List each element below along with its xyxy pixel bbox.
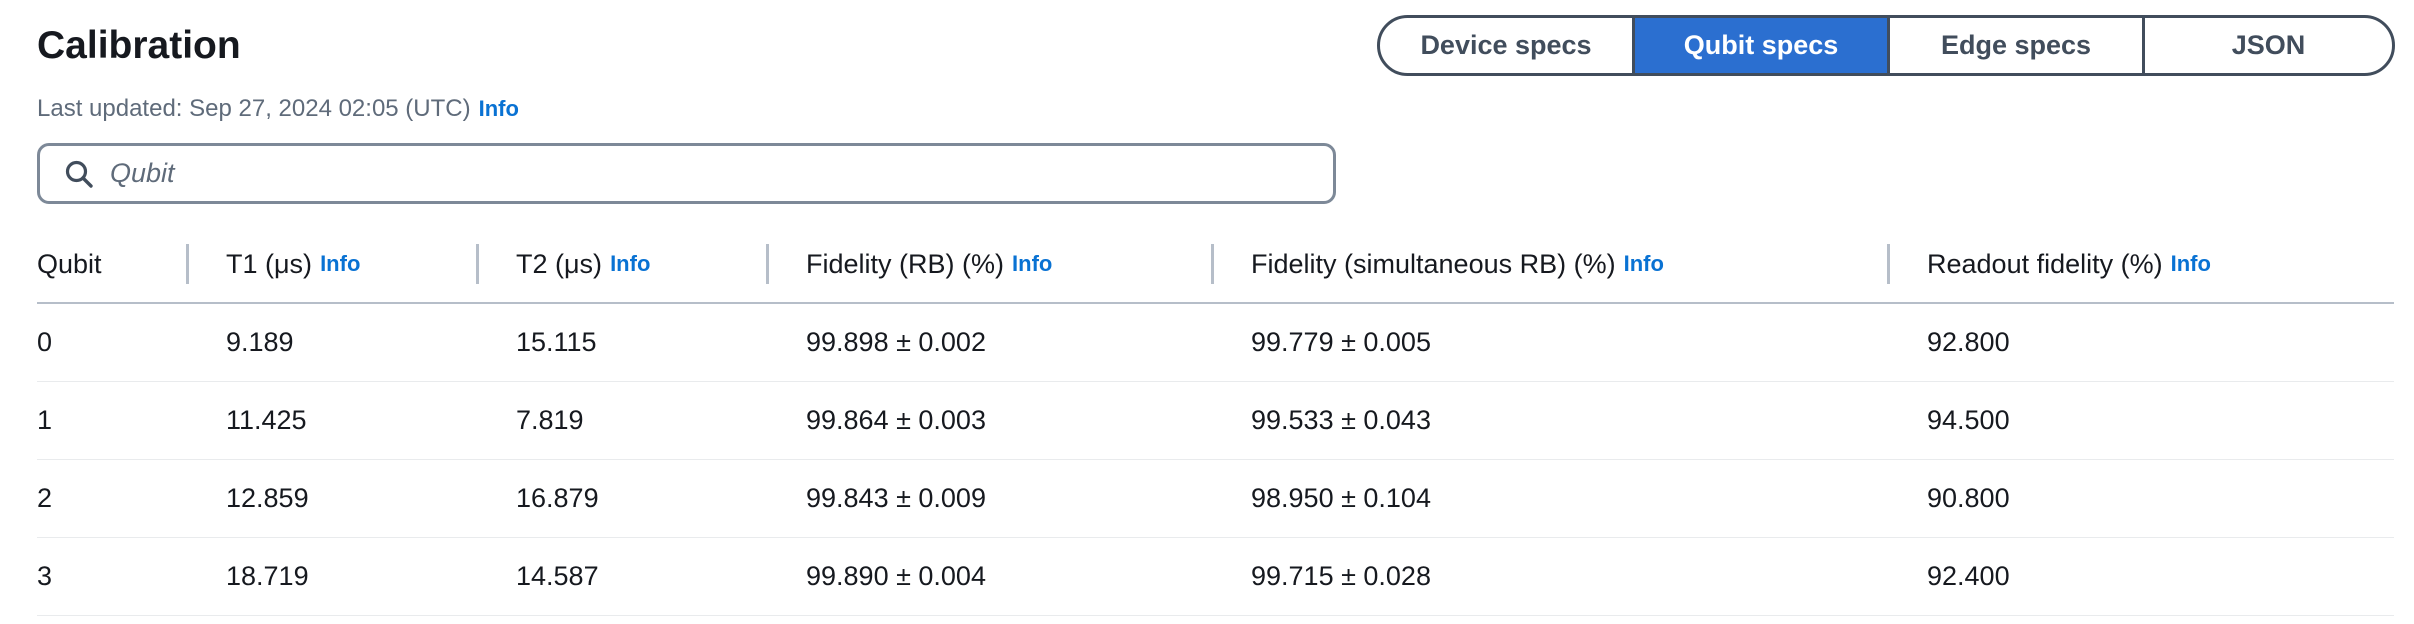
column-header-qubit[interactable]: Qubit xyxy=(37,226,186,304)
cell-readout-fidelity: 90.800 xyxy=(1887,459,2394,538)
column-header-label: T2 (μs) xyxy=(516,248,603,279)
table-header-row: Qubit T1 (μs) Info T2 (μs) Info Fidelity (… xyxy=(37,226,2394,304)
last-updated-label: Last updated: Sep 27, 2024 02:05 (UTC) xyxy=(37,95,471,122)
segment-json[interactable]: JSON xyxy=(2145,18,2392,73)
column-header-fidelity-rb[interactable]: Fidelity (RB) (%) Info xyxy=(766,226,1211,304)
column-divider[interactable] xyxy=(766,244,769,284)
column-divider[interactable] xyxy=(186,244,189,284)
cell-fidelity-simultaneous-rb: 99.533 ± 0.043 xyxy=(1211,381,1887,460)
cell-qubit: 0 xyxy=(37,303,186,382)
cell-readout-fidelity: 92.800 xyxy=(1887,303,2394,382)
column-header-t2[interactable]: T2 (μs) Info xyxy=(476,226,766,304)
cell-fidelity-rb: 99.890 ± 0.004 xyxy=(766,537,1211,616)
t2-info-link[interactable]: Info xyxy=(610,251,650,277)
column-header-t1[interactable]: T1 (μs) Info xyxy=(186,226,476,304)
cell-qubit: 2 xyxy=(37,459,186,538)
fidelity-simultaneous-rb-info-link[interactable]: Info xyxy=(1624,251,1664,277)
cell-t2: 16.879 xyxy=(476,459,766,538)
column-header-label: T1 (μs) xyxy=(226,248,313,279)
cell-qubit: 1 xyxy=(37,381,186,460)
cell-t1: 11.425 xyxy=(186,381,476,460)
segment-edge-specs[interactable]: Edge specs xyxy=(1890,18,2145,73)
fidelity-rb-info-link[interactable]: Info xyxy=(1012,251,1052,277)
cell-fidelity-rb: 99.898 ± 0.002 xyxy=(766,303,1211,382)
cell-t1: 9.189 xyxy=(186,303,476,382)
search-icon xyxy=(62,157,96,191)
column-header-label: Qubit xyxy=(37,248,102,279)
last-updated-text: Last updated: Sep 27, 2024 02:05 (UTC) In… xyxy=(37,93,519,125)
t1-info-link[interactable]: Info xyxy=(320,251,360,277)
readout-fidelity-info-link[interactable]: Info xyxy=(2171,251,2211,277)
cell-qubit: 3 xyxy=(37,537,186,616)
segment-device-specs[interactable]: Device specs xyxy=(1380,18,1635,73)
column-divider[interactable] xyxy=(1211,244,1214,284)
table-row: 3 18.719 14.587 99.890 ± 0.004 99.715 ± … xyxy=(37,537,2394,616)
cell-fidelity-simultaneous-rb: 99.779 ± 0.005 xyxy=(1211,303,1887,382)
cell-fidelity-rb: 99.843 ± 0.009 xyxy=(766,459,1211,538)
cell-readout-fidelity: 94.500 xyxy=(1887,381,2394,460)
cell-t2: 7.819 xyxy=(476,381,766,460)
qubit-specs-table: Qubit T1 (μs) Info T2 (μs) Info Fidelity (… xyxy=(37,226,2394,616)
cell-t2: 15.115 xyxy=(476,303,766,382)
search-input[interactable] xyxy=(110,151,1290,196)
table-row: 2 12.859 16.879 99.843 ± 0.009 98.950 ± … xyxy=(37,459,2394,538)
table-row: 1 11.425 7.819 99.864 ± 0.003 99.533 ± 0… xyxy=(37,381,2394,460)
column-header-fidelity-simultaneous-rb[interactable]: Fidelity (simultaneous RB) (%) Info xyxy=(1211,226,1887,304)
column-divider[interactable] xyxy=(476,244,479,284)
cell-readout-fidelity: 92.400 xyxy=(1887,537,2394,616)
cell-t1: 12.859 xyxy=(186,459,476,538)
page-title: Calibration xyxy=(37,24,241,67)
cell-t1: 18.719 xyxy=(186,537,476,616)
cell-fidelity-simultaneous-rb: 99.715 ± 0.028 xyxy=(1211,537,1887,616)
segment-qubit-specs[interactable]: Qubit specs xyxy=(1635,18,1890,73)
column-divider[interactable] xyxy=(1887,244,1890,284)
cell-t2: 14.587 xyxy=(476,537,766,616)
cell-fidelity-rb: 99.864 ± 0.003 xyxy=(766,381,1211,460)
column-header-readout-fidelity[interactable]: Readout fidelity (%) Info xyxy=(1887,226,2394,304)
column-header-label: Fidelity (RB) (%) xyxy=(806,248,1005,279)
search-box[interactable] xyxy=(37,143,1336,204)
column-header-label: Readout fidelity (%) xyxy=(1927,248,2163,279)
table-row: 0 9.189 15.115 99.898 ± 0.002 99.779 ± 0… xyxy=(37,303,2394,382)
column-header-label: Fidelity (simultaneous RB) (%) xyxy=(1251,248,1616,279)
cell-fidelity-simultaneous-rb: 98.950 ± 0.104 xyxy=(1211,459,1887,538)
last-updated-info-link[interactable]: Info xyxy=(479,96,519,121)
view-segmented-control: Device specs Qubit specs Edge specs JSON xyxy=(1377,15,2395,76)
